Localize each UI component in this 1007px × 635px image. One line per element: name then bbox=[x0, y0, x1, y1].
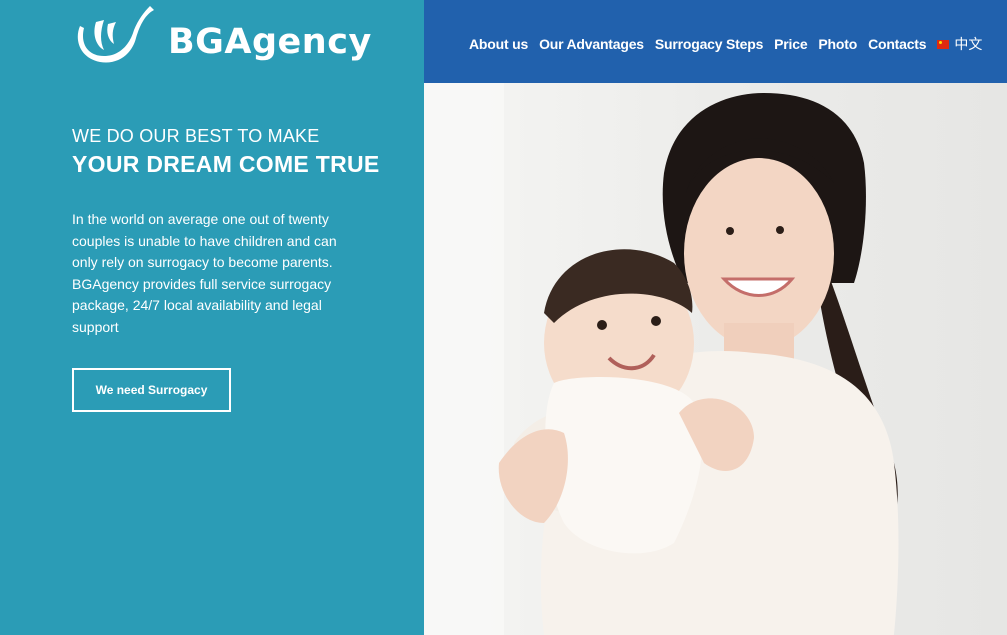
nav-item-about-us[interactable]: About us bbox=[469, 36, 528, 52]
we-need-surrogacy-button[interactable]: We need Surrogacy bbox=[72, 368, 231, 412]
hero-headline-big: YOUR DREAM COME TRUE bbox=[72, 151, 380, 177]
hero-left-panel: BGAgency WE DO OUR BEST TO MAKE YOUR DRE… bbox=[0, 0, 424, 635]
china-flag-icon bbox=[937, 39, 950, 49]
nav-item-price[interactable]: Price bbox=[774, 36, 807, 52]
main-nav: About us Our Advantages Surrogacy Steps … bbox=[469, 34, 982, 54]
nav-item-our-advantages[interactable]: Our Advantages bbox=[539, 36, 644, 52]
logo-mark-icon bbox=[77, 6, 154, 63]
hero-headline-small: WE DO OUR BEST TO MAKE bbox=[72, 126, 320, 146]
hero-intro-text: In the world on average one out of twent… bbox=[72, 211, 337, 335]
mother-and-baby-photo bbox=[424, 83, 1007, 635]
hero-photo bbox=[424, 83, 1007, 635]
nav-item-photo[interactable]: Photo bbox=[818, 36, 857, 52]
nav-item-contacts[interactable]: Contacts bbox=[868, 36, 926, 52]
language-switcher[interactable]: 中文 bbox=[937, 34, 982, 54]
language-label: 中文 bbox=[954, 37, 983, 53]
top-nav-bar: About us Our Advantages Surrogacy Steps … bbox=[424, 0, 1007, 83]
logo[interactable]: BGAgency bbox=[70, 6, 372, 66]
logo-text: BGAgency bbox=[168, 22, 372, 62]
nav-item-surrogacy-steps[interactable]: Surrogacy Steps bbox=[655, 36, 763, 52]
